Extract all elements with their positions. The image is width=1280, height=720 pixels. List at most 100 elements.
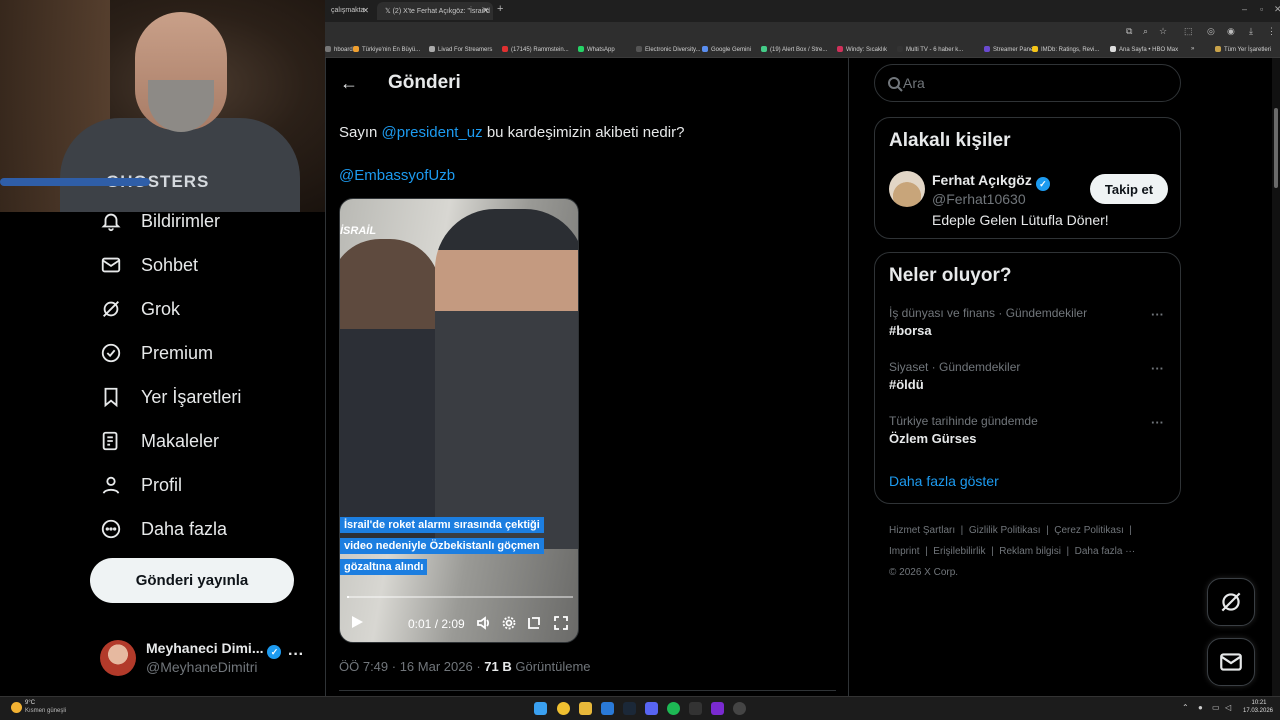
close-tab-icon[interactable]: ✕ <box>362 6 369 15</box>
app-icon[interactable] <box>601 702 614 715</box>
extensions-icon[interactable]: ⬚ <box>1184 26 1193 37</box>
show-more-link[interactable]: Daha fazla göster <box>889 473 999 489</box>
chrome-icon[interactable] <box>557 702 570 715</box>
download-icon[interactable]: ⤓ <box>1249 26 1253 37</box>
start-icon[interactable] <box>534 702 547 715</box>
nav-item-more[interactable]: Daha fazla <box>100 514 227 544</box>
bookmark-item[interactable]: WhatsApp <box>578 46 615 53</box>
bookmark-item[interactable]: Electronic Diversity... <box>636 46 701 53</box>
nav-label: Profil <box>141 474 183 495</box>
bookmark-item[interactable]: Google Gemini <box>702 46 751 53</box>
play-icon[interactable] <box>350 615 364 629</box>
bookmark-item[interactable]: Multi TV - 6 haber k... <box>897 46 963 53</box>
network-icon[interactable]: ▭ <box>1212 703 1220 712</box>
video-player[interactable]: İSRAİL İsrail'de roket alarmı sırasında … <box>339 198 579 643</box>
file-explorer-icon[interactable] <box>579 702 592 715</box>
nav-item-bookmarks[interactable]: Yer İşaretleri <box>100 382 241 412</box>
nav-item-premium[interactable]: Premium <box>100 338 213 368</box>
minimize-icon[interactable]: – <box>1242 4 1247 14</box>
footer-link[interactable]: Gizlilik Politikası <box>969 525 1041 536</box>
nav-item-grok[interactable]: Grok <box>100 294 180 324</box>
nav-item-notifications[interactable]: Bildirimler <box>100 206 220 236</box>
search-input[interactable] <box>903 65 1163 101</box>
bookmark-item[interactable]: Streamer Panel <box>984 46 1035 53</box>
avatar[interactable] <box>889 171 925 207</box>
profile-icon-2[interactable]: ◉ <box>1227 26 1235 37</box>
tweet-time[interactable]: ÖÖ 7:49 <box>339 659 388 674</box>
clock-time[interactable]: 10:21 <box>1244 700 1274 706</box>
more-options-icon[interactable]: ··· <box>288 646 304 664</box>
bookmark-item[interactable]: Windy: Sıcaklık <box>837 46 887 53</box>
volume-icon[interactable]: ◁ <box>1225 703 1231 712</box>
back-arrow-icon[interactable]: ← <box>338 72 360 94</box>
tray-chevron-icon[interactable]: ⌃ <box>1182 703 1189 712</box>
window-close-icon[interactable]: ✕ <box>1274 4 1280 15</box>
footer-link[interactable]: Hizmet Şartları <box>889 525 955 536</box>
trend-more-icon[interactable]: ··· <box>1151 361 1164 376</box>
bookmark-favicon-icon <box>702 46 708 52</box>
fullscreen-icon[interactable] <box>553 615 569 631</box>
cast-icon[interactable]: ⧉ <box>1126 26 1132 37</box>
bookmark-item[interactable]: hboard <box>325 46 353 53</box>
footer-link[interactable]: Imprint <box>889 546 920 557</box>
all-bookmarks-folder[interactable]: Tüm Yer İşaretleri <box>1215 46 1271 53</box>
clock-date[interactable]: 17.03.2026 <box>1240 708 1276 714</box>
footer-link[interactable]: Erişilebilirlik <box>933 546 985 557</box>
footer-link[interactable]: Çerez Politikası <box>1054 525 1123 536</box>
messages-fab-button[interactable] <box>1207 638 1255 686</box>
bookmark-item[interactable]: IMDb: Ratings, Revi... <box>1032 46 1099 53</box>
new-tab-icon[interactable]: + <box>497 3 503 15</box>
profile-icon[interactable]: ◎ <box>1207 26 1215 37</box>
follow-button[interactable]: Takip et <box>1090 174 1168 204</box>
trend-name[interactable]: #borsa <box>889 323 932 338</box>
search-box[interactable] <box>874 64 1181 102</box>
spotify-icon[interactable] <box>667 702 680 715</box>
app-icon[interactable] <box>711 702 724 715</box>
browser-tab-active[interactable]: 𝕏 (2) X'te Ferhat Açıkgöz: "İsrail'd ✕ <box>377 2 493 20</box>
footer-link[interactable]: Reklam bilgisi <box>999 546 1061 557</box>
nav-item-messages[interactable]: Sohbet <box>100 250 198 280</box>
page-scrollbar[interactable] <box>1272 58 1280 696</box>
discord-icon[interactable] <box>645 702 658 715</box>
weather-icon[interactable] <box>11 702 22 713</box>
trend-name[interactable]: #öldü <box>889 377 924 392</box>
zoom-icon[interactable]: ⌕ <box>1143 26 1148 37</box>
bookmark-item[interactable]: Ana Sayfa • HBO Max <box>1110 46 1178 53</box>
grok-fab-button[interactable] <box>1207 578 1255 626</box>
bookmark-item[interactable]: Livad For Streamers <box>429 46 492 53</box>
trend-more-icon[interactable]: ··· <box>1151 307 1164 322</box>
maximize-icon[interactable]: ▫ <box>1260 4 1263 14</box>
scrollbar-thumb[interactable] <box>1274 108 1278 188</box>
volume-icon[interactable] <box>476 615 492 631</box>
tweet-date[interactable]: 16 Mar 2026 <box>400 659 473 674</box>
nav-item-profile[interactable]: Profil <box>100 470 182 500</box>
picture-in-picture-icon[interactable] <box>526 615 542 631</box>
settings-gear-icon[interactable] <box>501 615 517 631</box>
video-progress-bar[interactable] <box>347 596 573 598</box>
bookmark-item[interactable]: (17145) Rammstein... <box>502 46 569 53</box>
app-icon[interactable] <box>733 702 746 715</box>
mic-icon[interactable]: ● <box>1198 703 1203 712</box>
nav-item-articles[interactable]: Makaleler <box>100 426 219 456</box>
bookmarks-overflow[interactable]: » <box>1191 46 1194 52</box>
page-title: Gönderi <box>388 72 461 93</box>
weather-temp[interactable]: 9°C <box>25 700 35 706</box>
steam-icon[interactable] <box>623 702 636 715</box>
app-icon[interactable] <box>689 702 702 715</box>
weather-desc[interactable]: Kısmen güneşli <box>25 708 66 714</box>
bookmark-item[interactable]: Türkiye'nin En Büyü... <box>353 46 420 53</box>
footer-link[interactable]: Daha fazla ··· <box>1075 546 1136 557</box>
related-handle[interactable]: @Ferhat10630 <box>932 191 1026 207</box>
browser-tab[interactable]: çalışmakta ✕ <box>325 2 373 20</box>
close-tab-icon[interactable]: ✕ <box>482 6 489 15</box>
mention-link[interactable]: @EmbassyofUzb <box>339 167 455 184</box>
mention-link[interactable]: @president_uz <box>382 124 483 141</box>
account-switcher[interactable]: Meyhaneci Dimi... ✓ @MeyhaneDimitri ··· <box>100 636 310 680</box>
menu-icon[interactable]: ⋮ <box>1267 26 1276 37</box>
star-icon[interactable]: ☆ <box>1159 26 1167 37</box>
post-button[interactable]: Gönderi yayınla <box>90 558 294 603</box>
trend-name[interactable]: Özlem Gürses <box>889 431 976 446</box>
bookmark-item[interactable]: (19) Alert Box / Stre... <box>761 46 827 53</box>
trend-more-icon[interactable]: ··· <box>1151 415 1164 430</box>
related-name[interactable]: Ferhat Açıkgöz <box>932 172 1032 188</box>
